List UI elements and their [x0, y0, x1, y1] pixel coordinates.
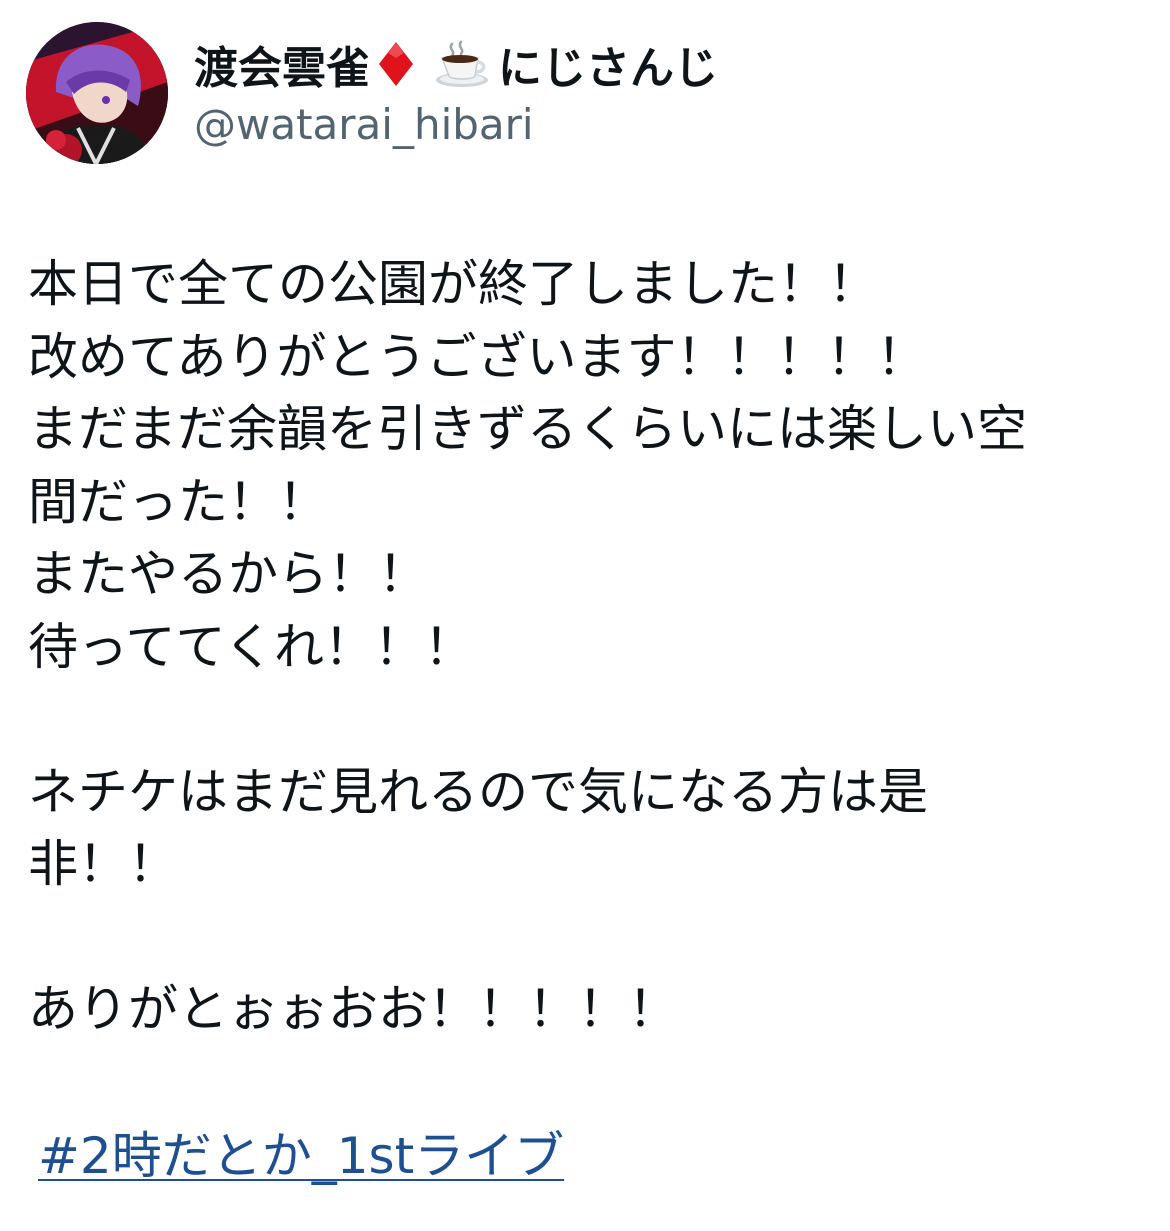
author-org-name[interactable]: にじさんじ: [498, 32, 718, 96]
hot-beverage-icon: [434, 40, 490, 88]
avatar[interactable]: [26, 22, 168, 164]
tweet-line: 本日で全ての公園が終了しました！！: [28, 255, 878, 313]
hashtag-link[interactable]: #2時だとか_1stライブ: [38, 1120, 564, 1192]
red-diamond-icon: [376, 40, 416, 88]
tweet-line: まだまだ余韻を引きずるくらいには楽しい空: [28, 400, 1027, 458]
tweet-line: 待っててくれ！！！: [28, 617, 474, 676]
tweet-line: またやるから！！: [28, 545, 428, 603]
tweet-line: 改めてありがとうございます！！！！！: [28, 327, 927, 386]
tweet-line: 非！！: [28, 835, 178, 893]
tweet-line: ありがとぉぉおお！！！！！: [28, 980, 678, 1038]
avatar-image: [26, 22, 168, 164]
author-name-row[interactable]: 渡会雲雀 にじさんじ: [194, 32, 718, 96]
tweet-body: 本日で全ての公園が終了しました！！ 改めてありがとうございます！！！！！ まだま…: [28, 248, 1148, 1046]
tweet-card: 渡会雲雀 にじさんじ @watarai_hibari 本日で全ての公園が終了しま…: [0, 0, 1170, 1231]
tweet-line: 間だった！！: [28, 472, 328, 531]
tweet-line: ネチケはまだ見れるので気になる方は是: [28, 762, 928, 821]
author-display-name[interactable]: 渡会雲雀: [194, 32, 370, 96]
author-handle[interactable]: @watarai_hibari: [194, 100, 534, 149]
